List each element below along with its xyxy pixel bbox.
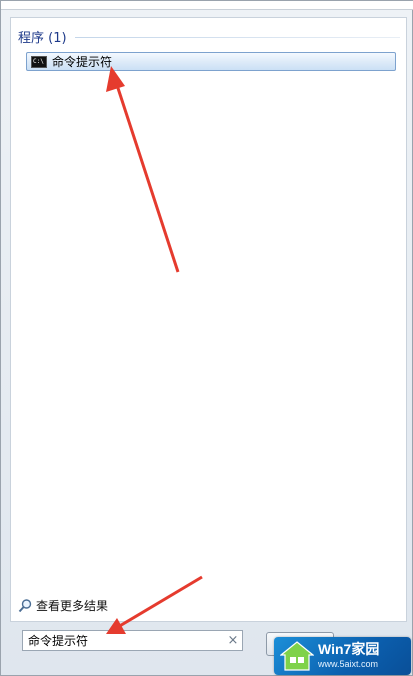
watermark-logo: Win7家园 www.5aixt.com	[274, 637, 411, 675]
search-box[interactable]: ×	[22, 630, 243, 651]
clear-search-button[interactable]: ×	[224, 633, 242, 648]
results-pane: 程序 (1) C:\ 命令提示符 查看更多结果	[10, 17, 407, 622]
see-more-label: 查看更多结果	[36, 599, 109, 613]
search-icon	[18, 598, 32, 612]
start-menu-panel: 程序 (1) C:\ 命令提示符 查看更多结果 × Win7家园 www.5ai…	[0, 0, 413, 676]
group-divider	[74, 36, 400, 38]
results-group-header: 程序 (1)	[18, 26, 400, 46]
result-item-label: 命令提示符	[52, 55, 113, 69]
see-more-results-link[interactable]: 查看更多结果	[17, 597, 108, 614]
search-input[interactable]	[28, 633, 224, 648]
top-edge	[1, 1, 413, 10]
results-group-title: 程序 (1)	[18, 30, 67, 46]
house-icon	[280, 641, 314, 671]
result-item-command-prompt[interactable]: C:\ 命令提示符	[26, 52, 396, 71]
watermark-title: Win7家园	[318, 641, 380, 657]
cmd-icon: C:\	[31, 55, 47, 68]
watermark-url: www.5aixt.com	[318, 659, 379, 669]
